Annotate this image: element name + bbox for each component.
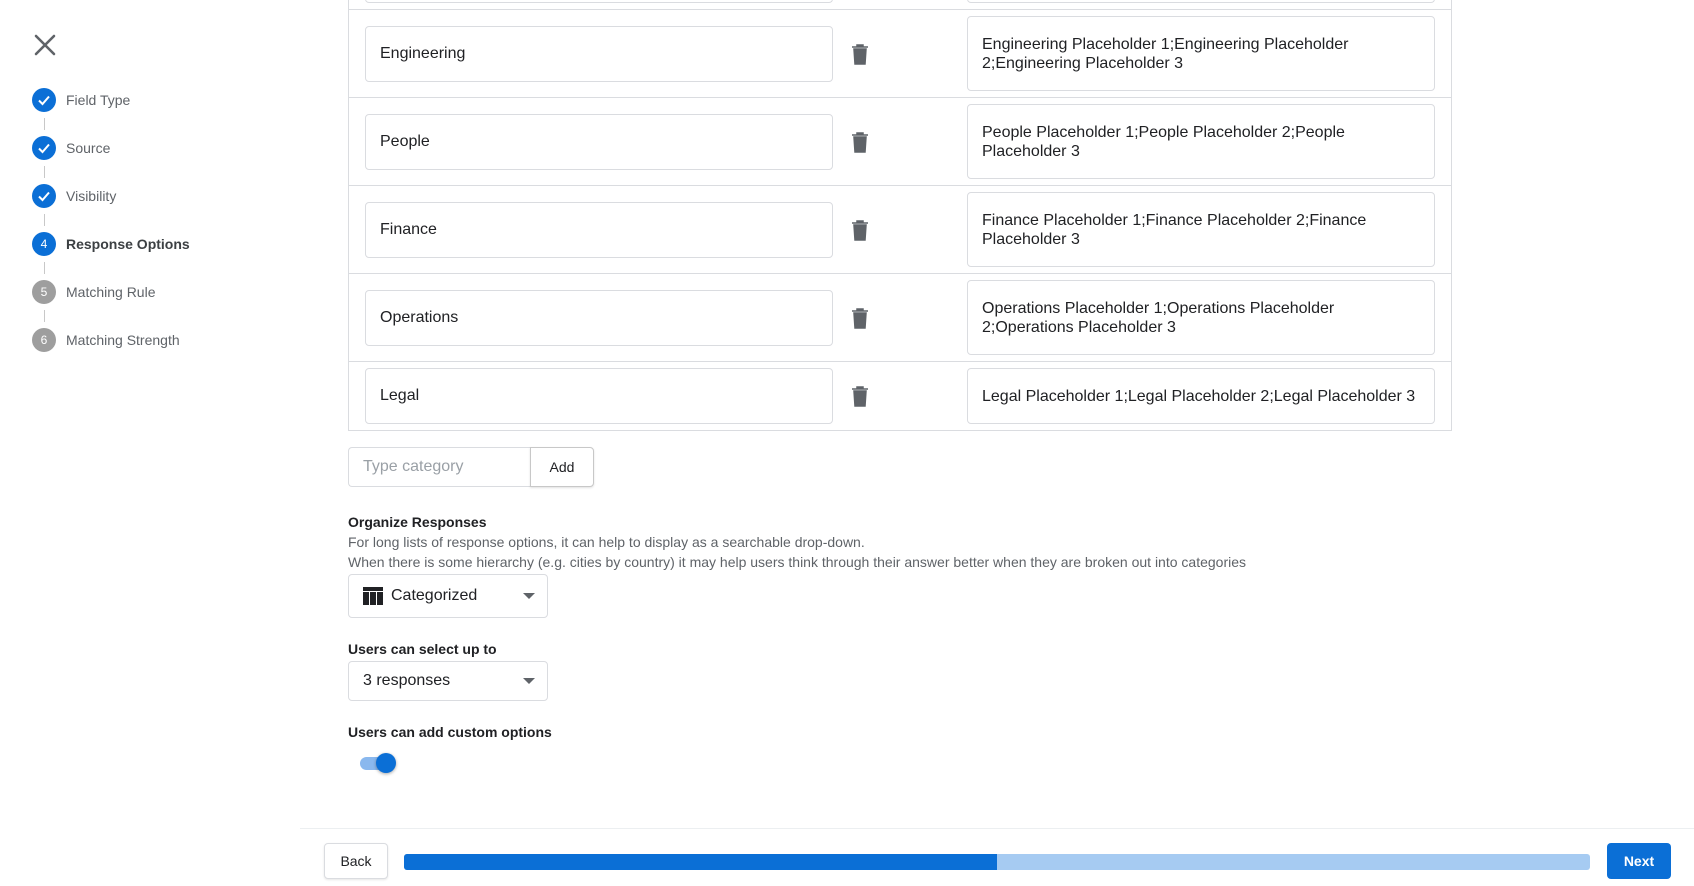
check-icon (32, 88, 56, 112)
step-source[interactable]: Source (32, 136, 272, 184)
step-field-type[interactable]: Field Type (32, 88, 272, 136)
progress-bar (404, 854, 1590, 870)
step-label: Field Type (66, 92, 131, 108)
add-category-button[interactable]: Add (530, 447, 594, 487)
back-button[interactable]: Back (324, 843, 388, 879)
step-visibility[interactable]: Visibility (32, 184, 272, 232)
category-name-input[interactable]: Finance (365, 202, 833, 258)
step-label: Matching Strength (66, 332, 180, 348)
trash-icon[interactable] (851, 307, 869, 329)
step-label: Visibility (66, 188, 117, 204)
step-connector (43, 214, 45, 226)
step-number: 6 (32, 328, 56, 352)
check-icon (32, 136, 56, 160)
category-options-field[interactable]: Engineering Placeholder 1;Engineering Pl… (967, 16, 1435, 91)
category-name-input[interactable]: Legal (365, 368, 833, 424)
step-number: 4 (32, 232, 56, 256)
category-options-field[interactable]: Legal Placeholder 1;Legal Placeholder 2;… (967, 368, 1435, 424)
organize-responses-title: Organize Responses (348, 514, 487, 530)
custom-options-toggle[interactable] (360, 752, 398, 774)
trash-icon[interactable] (851, 43, 869, 65)
scrolled-input-edge (365, 0, 833, 3)
step-label: Source (66, 140, 111, 156)
toggle-thumb (376, 753, 396, 773)
category-row: Finance Finance Placeholder 1;Finance Pl… (349, 185, 1451, 273)
wizard-footer: Back Next (300, 828, 1694, 886)
trash-icon[interactable] (851, 219, 869, 241)
step-connector (43, 310, 45, 322)
category-options-field[interactable]: Operations Placeholder 1;Operations Plac… (967, 280, 1435, 355)
category-row: Engineering Engineering Placeholder 1;En… (349, 9, 1451, 97)
step-connector (43, 262, 45, 274)
next-button[interactable]: Next (1607, 843, 1671, 879)
check-icon (32, 184, 56, 208)
caret-down-icon (523, 593, 535, 599)
organize-description-2: When there is some hierarchy (e.g. citie… (348, 554, 1246, 570)
close-icon[interactable] (30, 30, 60, 60)
category-name-input[interactable]: People (365, 114, 833, 170)
category-name-input[interactable]: Engineering (365, 26, 833, 82)
step-matching-strength[interactable]: 6 Matching Strength (32, 328, 272, 376)
organize-select[interactable]: Categorized (348, 574, 548, 618)
caret-down-icon (523, 678, 535, 684)
step-matching-rule[interactable]: 5 Matching Rule (32, 280, 272, 328)
scrolled-input-edge (967, 0, 1435, 3)
step-label: Response Options (66, 236, 190, 252)
category-options-field[interactable]: Finance Placeholder 1;Finance Placeholde… (967, 192, 1435, 267)
step-connector (43, 118, 45, 130)
custom-options-title: Users can add custom options (348, 724, 552, 740)
trash-icon[interactable] (851, 385, 869, 407)
category-options-field[interactable]: People Placeholder 1;People Placeholder … (967, 104, 1435, 179)
category-input[interactable] (348, 447, 530, 487)
select-limit-select[interactable]: 3 responses (348, 661, 548, 701)
category-table: Engineering Engineering Placeholder 1;En… (348, 0, 1452, 431)
step-connector (43, 166, 45, 178)
step-number: 5 (32, 280, 56, 304)
category-name-input[interactable]: Operations (365, 290, 833, 346)
step-label: Matching Rule (66, 284, 156, 300)
wizard-stepper: Field Type Source Visibility 4 Response … (32, 88, 272, 376)
category-row: People People Placeholder 1;People Place… (349, 97, 1451, 185)
category-row: Legal Legal Placeholder 1;Legal Placehol… (349, 361, 1451, 431)
step-response-options[interactable]: 4 Response Options (32, 232, 272, 280)
category-row: Operations Operations Placeholder 1;Oper… (349, 273, 1451, 361)
table-grid-icon (363, 587, 383, 605)
select-limit-title: Users can select up to (348, 641, 497, 657)
progress-fill (404, 854, 997, 870)
select-limit-value: 3 responses (363, 672, 451, 689)
organize-select-value: Categorized (391, 587, 478, 604)
add-category-group: Add (348, 447, 594, 487)
organize-description-1: For long lists of response options, it c… (348, 534, 865, 550)
trash-icon[interactable] (851, 131, 869, 153)
